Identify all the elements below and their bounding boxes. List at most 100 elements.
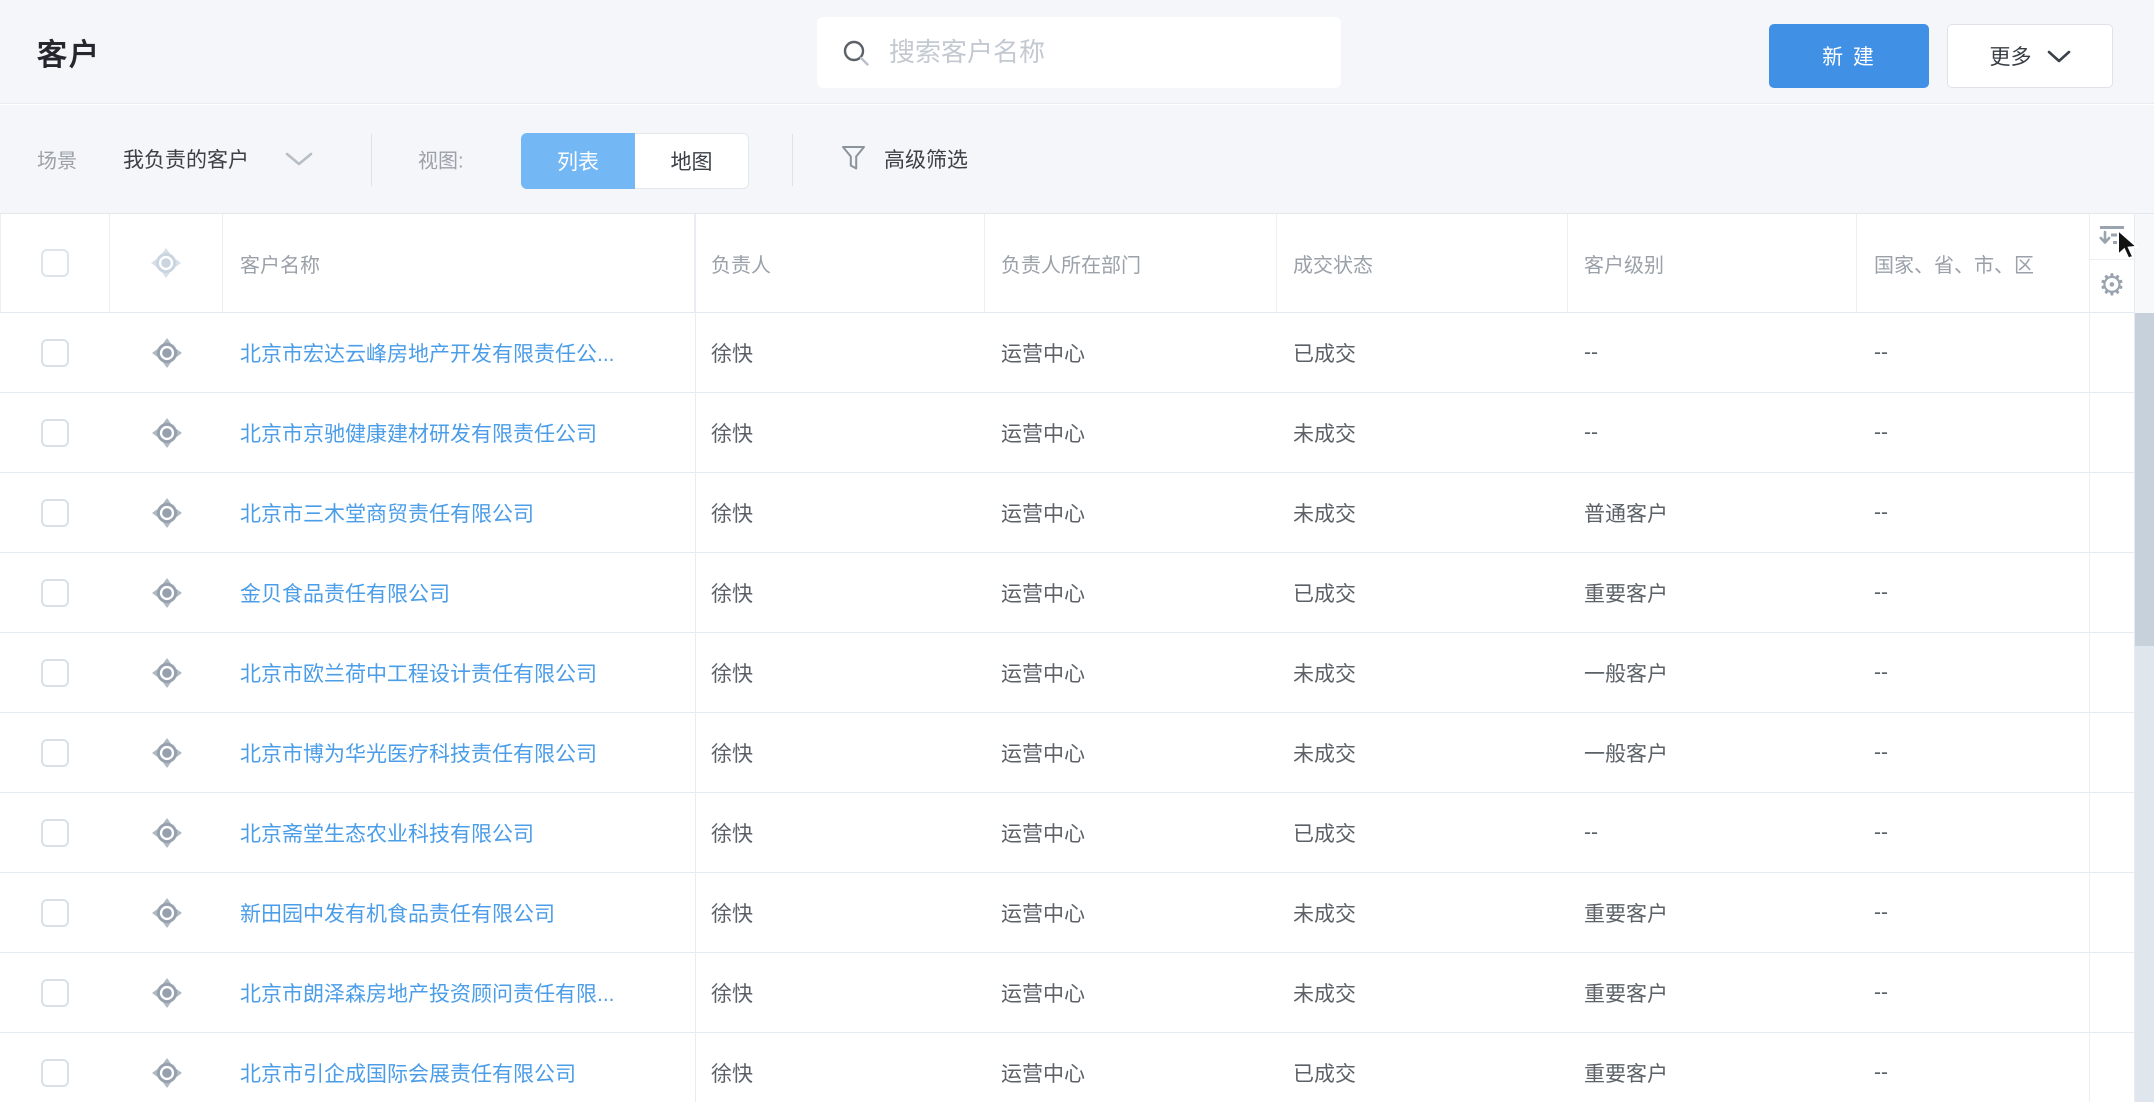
customer-name-link[interactable]: 北京市博为华光医疗科技责任有限公司: [240, 743, 597, 766]
target-bullseye-icon: [151, 977, 183, 1009]
table-body: 北京市宏达云峰房地产开发有限责任公... 徐快 运营中心 已成交 -- -- 北…: [0, 313, 2134, 1102]
region-cell: --: [1874, 820, 1888, 844]
customer-name-link[interactable]: 北京市欧兰荷中工程设计责任有限公司: [240, 663, 597, 686]
search-input[interactable]: [889, 37, 1319, 68]
row-checkbox[interactable]: [41, 978, 69, 1007]
create-button[interactable]: 新 建: [1769, 24, 1929, 88]
level-cell: 重要客户: [1584, 1062, 1668, 1086]
table-row: 北京市欧兰荷中工程设计责任有限公司 徐快 运营中心 未成交 一般客户 --: [0, 633, 2134, 713]
customer-name-link[interactable]: 新田园中发有机食品责任有限公司: [240, 903, 555, 926]
customer-name-link[interactable]: 北京市朗泽森房地产投资顾问责任有限...: [240, 983, 615, 1006]
table-row: 北京市宏达云峰房地产开发有限责任公... 徐快 运营中心 已成交 -- --: [0, 313, 2134, 393]
region-cell: --: [1874, 420, 1888, 444]
advanced-filter-label: 高级筛选: [884, 149, 968, 172]
more-button-label: 更多: [1989, 46, 2032, 69]
region-cell: --: [1874, 660, 1888, 684]
table-row: 金贝食品责任有限公司 徐快 运营中心 已成交 重要客户 --: [0, 553, 2134, 633]
row-checkbox[interactable]: [41, 1058, 69, 1087]
view-toggle: 列表 地图: [521, 133, 749, 189]
customer-name-link[interactable]: 北京市宏达云峰房地产开发有限责任公...: [240, 343, 615, 366]
column-header-owner: 负责人: [695, 214, 985, 312]
owner-cell: 徐快: [711, 422, 753, 446]
region-cell: --: [1874, 900, 1888, 924]
customer-name-link[interactable]: 北京市京驰健康建材研发有限责任公司: [240, 423, 597, 446]
target-bullseye-icon: [151, 497, 183, 529]
chevron-down-icon[interactable]: [285, 152, 313, 166]
row-checkbox[interactable]: [41, 818, 69, 847]
level-cell: --: [1584, 420, 1598, 444]
table-tools-column: ⚙: [2089, 214, 2134, 1102]
dept-cell: 运营中心: [1001, 822, 1085, 846]
target-bullseye-icon: [151, 1057, 183, 1089]
customer-name-link[interactable]: 北京市三木堂商贸责任有限公司: [240, 503, 534, 526]
dept-cell: 运营中心: [1001, 342, 1085, 366]
export-button[interactable]: [2090, 214, 2134, 260]
target-bullseye-icon: [151, 577, 183, 609]
table-row: 北京市引企成国际会展责任有限公司 徐快 运营中心 已成交 重要客户 --: [0, 1033, 2134, 1102]
top-header-bar: 客户 新 建 更多: [0, 0, 2154, 104]
level-cell: 一般客户: [1584, 662, 1668, 686]
customer-name-link[interactable]: 金贝食品责任有限公司: [240, 583, 450, 606]
scene-selector[interactable]: 我负责的客户: [123, 144, 249, 174]
crm-customer-list-page: { "page": { "title": "客户" }, "search": {…: [0, 0, 2154, 1102]
dept-cell: 运营中心: [1001, 902, 1085, 926]
dept-cell: 运营中心: [1001, 502, 1085, 526]
table-header-row: 客户名称 负责人 负责人所在部门 成交状态 客户级别 国家、省、市、区: [0, 214, 2134, 313]
level-cell: 一般客户: [1584, 742, 1668, 766]
dept-cell: 运营中心: [1001, 982, 1085, 1006]
column-settings-button[interactable]: ⚙: [2090, 260, 2134, 313]
owner-cell: 徐快: [711, 822, 753, 846]
target-bullseye-icon: [151, 737, 183, 769]
level-cell: 普通客户: [1584, 502, 1668, 526]
row-checkbox[interactable]: [41, 658, 69, 687]
dept-cell: 运营中心: [1001, 742, 1085, 766]
owner-cell: 徐快: [711, 982, 753, 1006]
owner-cell: 徐快: [711, 742, 753, 766]
select-all-cell: [0, 214, 110, 312]
dept-cell: 运营中心: [1001, 1062, 1085, 1086]
view-option-map[interactable]: 地图: [635, 133, 749, 189]
vertical-scrollbar[interactable]: [2134, 214, 2154, 1102]
row-checkbox[interactable]: [41, 418, 69, 447]
scrollbar-thumb[interactable]: [2135, 313, 2154, 646]
status-cell: 已成交: [1293, 1062, 1356, 1086]
status-cell: 未成交: [1293, 662, 1356, 686]
column-header-region: 国家、省、市、区: [1874, 254, 2034, 277]
owner-cell: 徐快: [711, 342, 753, 366]
table-row: 北京市朗泽森房地产投资顾问责任有限... 徐快 运营中心 未成交 重要客户 --: [0, 953, 2134, 1033]
row-checkbox[interactable]: [41, 338, 69, 367]
view-option-list[interactable]: 列表: [521, 133, 635, 189]
owner-cell: 徐快: [711, 502, 753, 526]
advanced-filter-button[interactable]: 高级筛选: [841, 105, 968, 213]
table-row: 新田园中发有机食品责任有限公司 徐快 运营中心 未成交 重要客户 --: [0, 873, 2134, 953]
level-cell: 重要客户: [1584, 902, 1668, 926]
table-row: 北京市京驰健康建材研发有限责任公司 徐快 运营中心 未成交 -- --: [0, 393, 2134, 473]
row-checkbox[interactable]: [41, 578, 69, 607]
target-bullseye-icon: [151, 817, 183, 849]
customer-name-link[interactable]: 北京斋堂生态农业科技有限公司: [240, 823, 534, 846]
region-cell: --: [1874, 500, 1888, 524]
level-cell: 重要客户: [1584, 982, 1668, 1006]
customer-table: 客户名称 负责人 负责人所在部门 成交状态 客户级别 国家、省、市、区 北京市宏…: [0, 213, 2154, 1102]
search-icon: [843, 40, 869, 66]
target-column-header: [110, 214, 223, 312]
status-cell: 已成交: [1293, 822, 1356, 846]
dept-cell: 运营中心: [1001, 422, 1085, 446]
level-cell: --: [1584, 340, 1598, 364]
region-cell: --: [1874, 740, 1888, 764]
column-header-level: 客户级别: [1568, 214, 1857, 312]
search-box[interactable]: [817, 17, 1341, 88]
scene-label: 场景: [37, 150, 77, 173]
export-down-icon: [2099, 225, 2124, 244]
column-header-dept: 负责人所在部门: [985, 214, 1277, 312]
toolbar-divider: [792, 134, 793, 186]
select-all-checkbox[interactable]: [41, 249, 69, 277]
customer-name-link[interactable]: 北京市引企成国际会展责任有限公司: [240, 1063, 576, 1086]
row-checkbox[interactable]: [41, 898, 69, 927]
level-cell: --: [1584, 820, 1598, 844]
row-checkbox[interactable]: [41, 738, 69, 767]
view-label: 视图:: [418, 150, 464, 173]
region-cell: --: [1874, 340, 1888, 364]
more-button[interactable]: 更多: [1947, 24, 2113, 88]
row-checkbox[interactable]: [41, 498, 69, 527]
